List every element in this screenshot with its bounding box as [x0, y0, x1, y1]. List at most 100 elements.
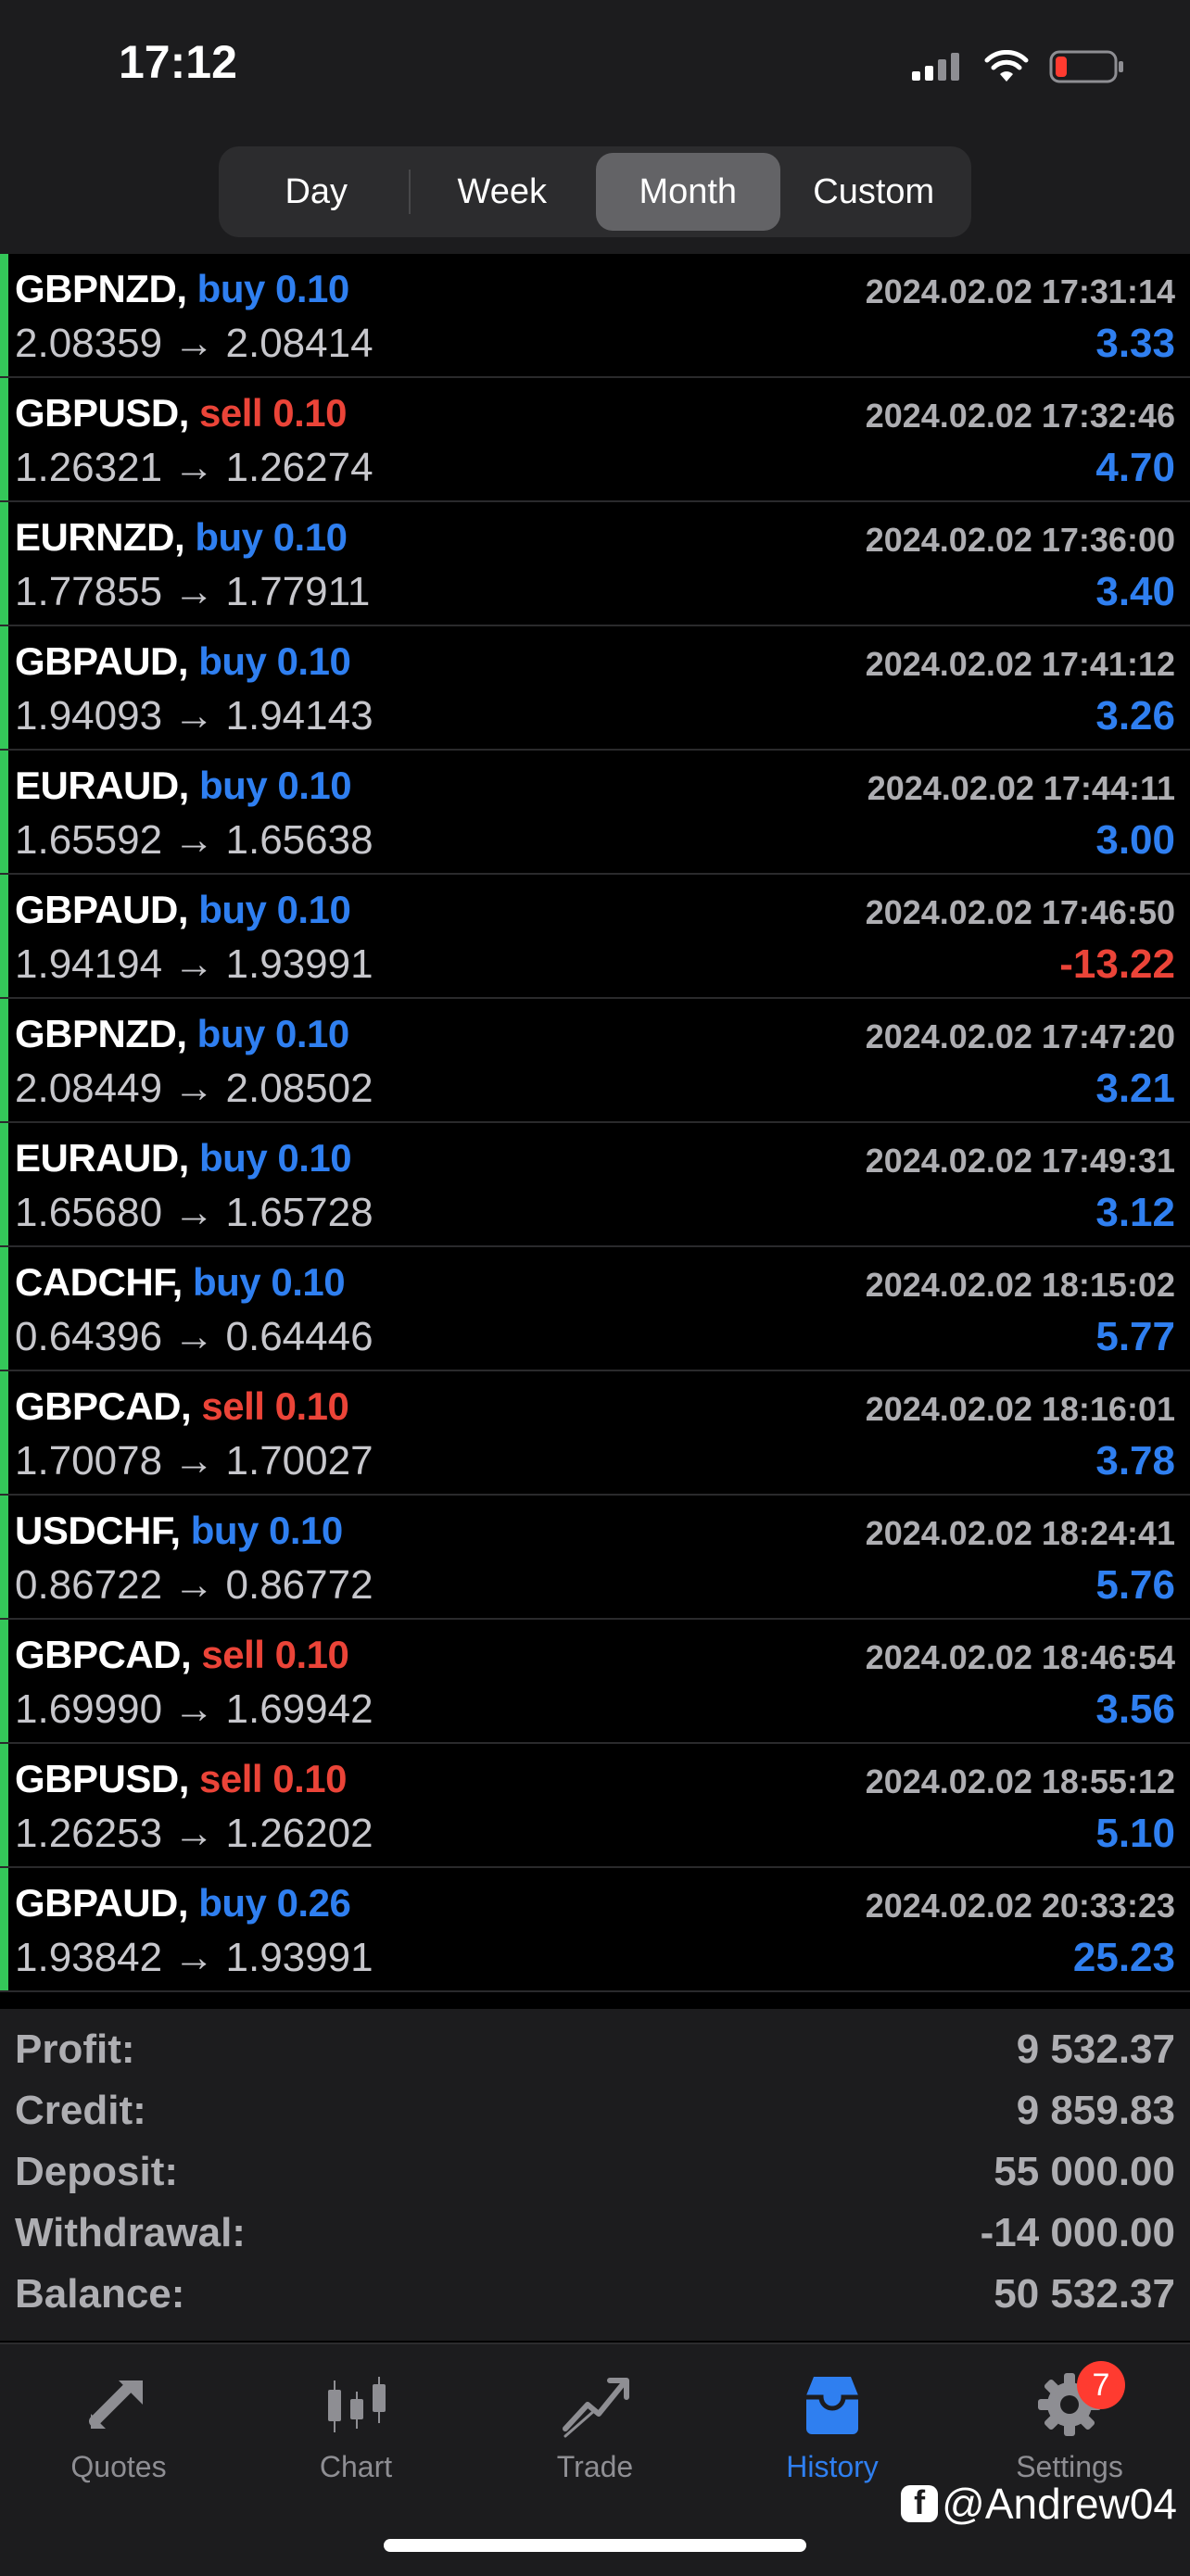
trade-time: 2024.02.02 17:41:12 [865, 645, 1175, 683]
tab-quotes[interactable]: Quotes [26, 2363, 211, 2484]
trade-row[interactable]: GBPUSD, sell 0.10 1.26253 → 1.26202 2024… [0, 1744, 1190, 1868]
tab-history[interactable]: History [740, 2363, 925, 2484]
tab-trade[interactable]: Trade [502, 2363, 688, 2484]
trade-title: GBPNZD, buy 0.10 [15, 267, 349, 311]
trade-symbol: CADCHF, [15, 1260, 183, 1304]
close-price: 1.93991 [225, 1935, 373, 1980]
trade-symbol: GBPCAD, [15, 1633, 192, 1676]
trade-row[interactable]: GBPAUD, buy 0.26 1.93842 → 1.93991 2024.… [0, 1868, 1190, 1992]
trade-row[interactable]: GBPCAD, sell 0.10 1.69990 → 1.69942 2024… [0, 1620, 1190, 1744]
trade-prices: 0.64396 → 0.64446 [15, 1314, 373, 1359]
row-indicator [0, 751, 8, 873]
trade-profit: 3.26 [1095, 693, 1175, 739]
trade-prices: 1.65592 → 1.65638 [15, 817, 373, 863]
close-price: 1.65638 [225, 817, 373, 863]
trade-prices: 1.77855 → 1.77911 [15, 569, 371, 614]
tab-label: History [786, 2450, 879, 2483]
trade-time: 2024.02.02 17:44:11 [867, 769, 1175, 807]
signal-icon [912, 53, 959, 81]
trade-side: sell [199, 391, 263, 435]
trade-volume: 0.10 [276, 888, 351, 931]
trade-side: buy [198, 1881, 267, 1925]
gear-icon [977, 2363, 1162, 2446]
trade-profit: 3.78 [1095, 1438, 1175, 1484]
open-price: 1.93842 [15, 1935, 163, 1980]
facebook-icon: f [901, 2483, 939, 2522]
trade-symbol: GBPUSD, [15, 391, 189, 435]
trade-row[interactable]: CADCHF, buy 0.10 0.64396 → 0.64446 2024.… [0, 1247, 1190, 1371]
trade-prices: 2.08359 → 2.08414 [15, 321, 373, 366]
open-price: 1.94093 [15, 693, 163, 739]
summary-label: Deposit: [15, 2149, 178, 2194]
open-price: 2.08359 [15, 321, 163, 366]
trade-side: buy [195, 515, 263, 559]
trade-profit: 3.00 [1095, 817, 1175, 863]
row-indicator [0, 1371, 8, 1494]
open-price: 1.69990 [15, 1686, 163, 1732]
trade-volume: 0.10 [275, 267, 349, 310]
close-price: 1.26202 [225, 1811, 373, 1856]
close-price: 1.65728 [225, 1190, 373, 1235]
trade-row[interactable]: GBPNZD, buy 0.10 2.08359 → 2.08414 2024.… [0, 254, 1190, 378]
row-indicator [0, 1744, 8, 1866]
trade-row[interactable]: EURAUD, buy 0.10 1.65680 → 1.65728 2024.… [0, 1123, 1190, 1247]
period-tab-custom[interactable]: Custom [782, 153, 967, 231]
period-tab-week[interactable]: Week [411, 153, 595, 231]
status-time: 17:12 [119, 36, 237, 88]
trade-volume: 0.10 [276, 639, 351, 683]
row-indicator [0, 1868, 8, 1990]
period-segmented-control: Day Week Month Custom [219, 146, 971, 237]
trade-icon [502, 2363, 688, 2446]
trade-profit: 3.33 [1095, 321, 1175, 366]
trade-profit: 3.40 [1095, 569, 1175, 614]
trade-title: CADCHF, buy 0.10 [15, 1260, 346, 1305]
watermark: f @Andrew04 [901, 2479, 1177, 2529]
home-indicator[interactable] [384, 2539, 806, 2552]
trade-row[interactable]: GBPAUD, buy 0.10 1.94194 → 1.93991 2024.… [0, 875, 1190, 999]
period-tab-month[interactable]: Month [596, 153, 780, 231]
trade-row[interactable]: GBPAUD, buy 0.10 1.94093 → 1.94143 2024.… [0, 626, 1190, 751]
wifi-icon [984, 50, 1029, 82]
summary-credit: Credit: 9 859.83 [15, 2083, 1175, 2139]
tab-settings[interactable]: 7 Settings [977, 2361, 1162, 2484]
trade-profit: 5.76 [1095, 1562, 1175, 1608]
chart-icon [263, 2363, 449, 2446]
trade-prices: 1.65680 → 1.65728 [15, 1190, 373, 1235]
quotes-icon [26, 2363, 211, 2446]
row-indicator [0, 378, 8, 500]
trade-row[interactable]: EURAUD, buy 0.10 1.65592 → 1.65638 2024.… [0, 751, 1190, 875]
trade-row[interactable]: GBPNZD, buy 0.10 2.08449 → 2.08502 2024.… [0, 999, 1190, 1123]
trade-title: GBPCAD, sell 0.10 [15, 1384, 349, 1429]
row-indicator [0, 1247, 8, 1370]
row-indicator [0, 626, 8, 749]
trade-title: EURNZD, buy 0.10 [15, 515, 348, 560]
trade-time: 2024.02.02 17:49:31 [865, 1142, 1175, 1180]
trade-symbol: USDCHF, [15, 1509, 181, 1552]
account-summary: Profit: 9 532.37 Credit: 9 859.83 Deposi… [0, 2009, 1190, 2341]
trade-side: buy [190, 1509, 260, 1552]
trade-volume: 0.10 [272, 515, 348, 559]
trade-title: EURAUD, buy 0.10 [15, 1136, 352, 1181]
row-indicator [0, 254, 8, 376]
trade-side: buy [196, 1012, 266, 1055]
row-indicator [0, 502, 8, 625]
trade-row[interactable]: GBPCAD, sell 0.10 1.70078 → 1.70027 2024… [0, 1371, 1190, 1496]
trade-volume: 0.10 [272, 1757, 348, 1800]
trade-time: 2024.02.02 18:24:41 [865, 1514, 1175, 1552]
trade-volume: 0.10 [274, 1384, 349, 1428]
trade-volume: 0.10 [271, 1260, 346, 1304]
trade-side: buy [198, 888, 267, 931]
tab-chart[interactable]: Chart [263, 2363, 449, 2484]
trade-row[interactable]: GBPUSD, sell 0.10 1.26321 → 1.26274 2024… [0, 378, 1190, 502]
tab-label: Trade [556, 2450, 634, 2483]
trade-row[interactable]: USDCHF, buy 0.10 0.86722 → 0.86772 2024.… [0, 1496, 1190, 1620]
close-price: 1.69942 [225, 1686, 373, 1732]
trade-title: USDCHF, buy 0.10 [15, 1509, 343, 1553]
top-header: 17:12 Day Week Month Custom [0, 0, 1190, 254]
trade-prices: 2.08449 → 2.08502 [15, 1066, 373, 1111]
trade-volume: 0.10 [272, 391, 348, 435]
trade-row[interactable]: EURNZD, buy 0.10 1.77855 → 1.77911 2024.… [0, 502, 1190, 626]
close-price: 1.94143 [225, 693, 373, 739]
trade-volume: 0.10 [277, 764, 352, 807]
period-tab-day[interactable]: Day [224, 153, 409, 231]
